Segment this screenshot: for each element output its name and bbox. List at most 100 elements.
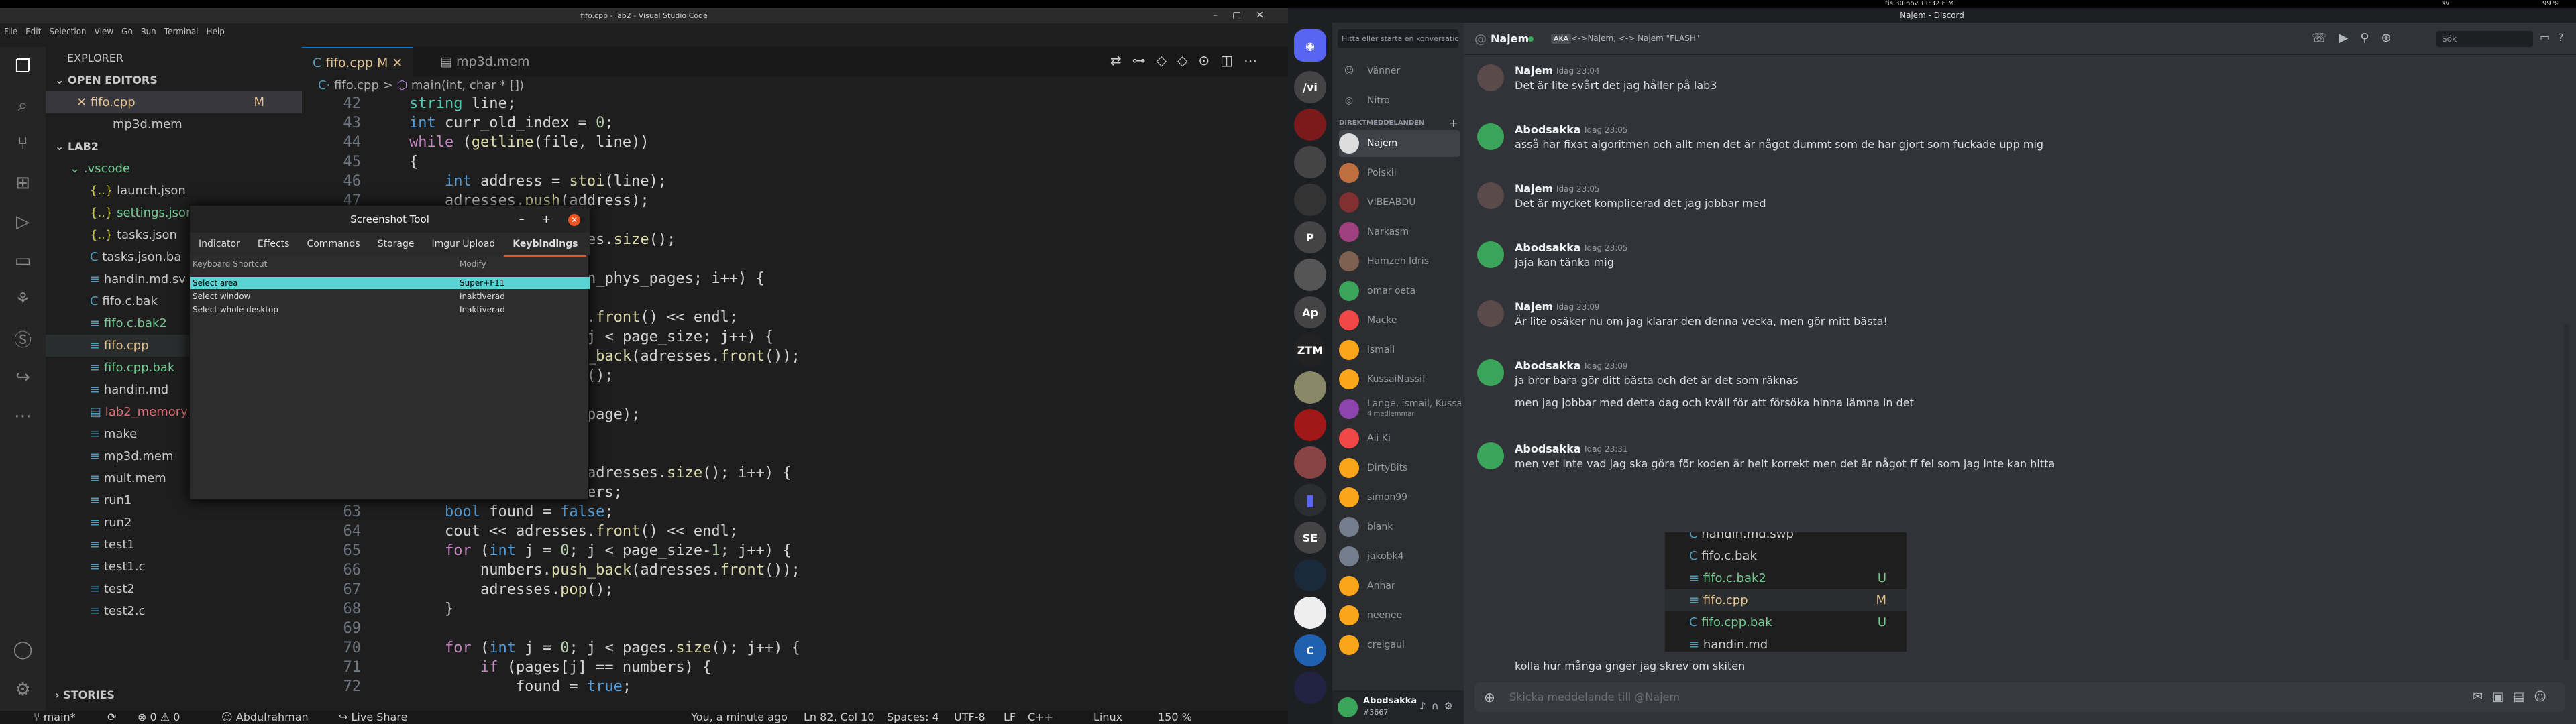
- gift-gif-sticker-emoji-icons[interactable]: ✉▣▤☺: [2473, 682, 2556, 712]
- indentation[interactable]: Spaces: 4: [887, 711, 939, 723]
- keybinding-row[interactable]: Select area Super+F11: [190, 277, 590, 289]
- chat-scrollbar[interactable]: [2564, 324, 2569, 660]
- server-icon[interactable]: [1294, 259, 1326, 291]
- file-launch-json[interactable]: {..} launch.json: [46, 180, 302, 202]
- dm-item[interactable]: simon99: [1339, 484, 1460, 511]
- code-line[interactable]: numbers.push_back(adresses.front());: [409, 562, 800, 579]
- search-icon[interactable]: ⌕: [0, 86, 46, 125]
- server-icon[interactable]: Ap: [1294, 296, 1326, 328]
- server-icon[interactable]: SE: [1294, 522, 1326, 554]
- dm-item[interactable]: omar oeta: [1339, 278, 1460, 304]
- server-icon[interactable]: [1294, 409, 1326, 441]
- mic-headset-settings-icons[interactable]: ♪∩⚙: [1419, 700, 1458, 712]
- breadcrumb-function[interactable]: main(int, char * []): [411, 78, 524, 93]
- line-ending[interactable]: LF: [1004, 711, 1016, 723]
- dm-item[interactable]: Narkasm: [1339, 219, 1460, 245]
- open-editor-fifo-cpp[interactable]: ✕ fifo.cpp M: [46, 91, 302, 113]
- stories-header[interactable]: › STORIES: [46, 684, 115, 706]
- remote-explorer-icon[interactable]: ▭: [0, 241, 46, 280]
- avatar[interactable]: [1477, 300, 1504, 327]
- dm-item[interactable]: Najem: [1339, 130, 1460, 157]
- server-icon[interactable]: [1294, 559, 1326, 591]
- discord-home-icon[interactable]: ◉: [1294, 29, 1326, 62]
- lab2-folder-header[interactable]: ⌄ LAB2: [46, 135, 302, 158]
- vscode-folder[interactable]: ⌄ .vscode: [46, 158, 302, 180]
- dialog-window-controls[interactable]: –+ ✕: [519, 206, 580, 233]
- server-icon[interactable]: [1294, 597, 1326, 629]
- run-debug-icon[interactable]: ▷: [0, 202, 46, 241]
- code-line[interactable]: cout << adresses.front() << endl;: [409, 523, 738, 540]
- git-blame[interactable]: You, a minute ago: [691, 711, 788, 723]
- header-action-icons[interactable]: ☏▶⚲⊕: [2312, 31, 2404, 45]
- more-icon[interactable]: ⋯: [0, 397, 46, 436]
- server-icon[interactable]: [1294, 109, 1326, 141]
- message-author[interactable]: Abodsakka: [1515, 359, 1581, 372]
- friends-link[interactable]: ☺ Vänner: [1339, 58, 1460, 84]
- code-line[interactable]: int curr_old_index = 0;: [409, 115, 614, 131]
- inbox-help-icons[interactable]: ▭?: [2540, 31, 2572, 44]
- code-line[interactable]: for (int j = 0; j < pages.size(); j++) {: [409, 640, 800, 656]
- avatar[interactable]: [1477, 442, 1504, 469]
- file-item[interactable]: ≡ run2: [46, 511, 302, 534]
- menu-file[interactable]: File: [0, 23, 21, 40]
- avatar[interactable]: [1338, 697, 1358, 717]
- code-line[interactable]: }: [409, 601, 453, 617]
- server-icon[interactable]: C: [1294, 634, 1326, 666]
- message-author[interactable]: Najem: [1515, 182, 1553, 195]
- menu-run[interactable]: Run: [137, 23, 160, 40]
- tab-mp3d-mem[interactable]: ▤ mp3d.mem: [429, 47, 540, 76]
- tab-commands[interactable]: Commands: [298, 233, 368, 255]
- dm-item[interactable]: creigaul: [1339, 631, 1460, 658]
- cursor-position[interactable]: Ln 82, Col 10: [804, 711, 875, 723]
- source-control-icon[interactable]: ⑂: [0, 125, 46, 164]
- tab-storage[interactable]: Storage: [369, 233, 423, 255]
- avatar[interactable]: [1477, 359, 1504, 386]
- dm-item[interactable]: Anhar: [1339, 572, 1460, 599]
- encoding[interactable]: UTF-8: [954, 711, 985, 723]
- code-line[interactable]: if (pages[j] == numbers) {: [409, 659, 711, 676]
- chat-search-input[interactable]: Sök: [2436, 31, 2533, 47]
- code-line[interactable]: adresses.pop();: [409, 581, 614, 598]
- dm-item[interactable]: Macke: [1339, 307, 1460, 334]
- message-author[interactable]: Abodsakka: [1515, 123, 1581, 136]
- open-editor-mp3d[interactable]: mp3d.mem: [46, 113, 302, 135]
- menu-go[interactable]: Go: [117, 23, 137, 40]
- tab-effects[interactable]: Effects: [249, 233, 299, 255]
- dm-item[interactable]: Ali Ki: [1339, 425, 1460, 452]
- problems-indicator[interactable]: ⊗ 0 ⚠ 0: [138, 711, 180, 723]
- avatar[interactable]: [1477, 241, 1504, 268]
- system-clock[interactable]: tis 30 nov 11:32 E.M.: [1885, 0, 1956, 8]
- tree-icon[interactable]: ⚘: [0, 280, 46, 319]
- dm-item[interactable]: DirtyBits: [1339, 455, 1460, 481]
- tab-keybindings[interactable]: Keybindings: [504, 233, 587, 257]
- file-item[interactable]: ≡ test2.c: [46, 600, 302, 622]
- server-icon[interactable]: /vi: [1294, 71, 1326, 103]
- dm-item[interactable]: KussaiNassif: [1339, 366, 1460, 393]
- dm-item[interactable]: neenee: [1339, 602, 1460, 629]
- dm-item[interactable]: Lange, ismail, Kussai...4 medlemmar: [1339, 396, 1461, 422]
- add-dm-icon[interactable]: +: [1449, 117, 1458, 129]
- code-line[interactable]: found = true;: [409, 678, 631, 695]
- nitro-link[interactable]: ◎ Nitro: [1339, 87, 1460, 114]
- code-line[interactable]: for (int j = 0; j < page_size-1; j++) {: [409, 542, 792, 559]
- os-indicator[interactable]: Linux: [1093, 711, 1122, 723]
- files-icon[interactable]: ❐: [0, 47, 46, 86]
- server-icon[interactable]: [1294, 446, 1326, 479]
- battery-indicator[interactable]: 99 %: [2542, 0, 2559, 8]
- message-author[interactable]: Najem: [1515, 300, 1553, 313]
- code-line[interactable]: string line;: [409, 95, 516, 112]
- settings-gear-icon[interactable]: ⚙: [0, 670, 46, 709]
- menu-view[interactable]: View: [91, 23, 117, 40]
- account-status[interactable]: ☺ Abdulrahman: [221, 711, 309, 723]
- tab-fifo-cpp[interactable]: C fifo.cpp M ✕: [302, 47, 414, 76]
- code-line[interactable]: bool found = false;: [409, 503, 614, 520]
- open-editors-header[interactable]: ⌄ OPEN EDITORS: [46, 69, 302, 91]
- close-icon[interactable]: ✕: [392, 56, 402, 70]
- menu-selection[interactable]: Selection: [45, 23, 90, 40]
- live-share-icon[interactable]: Ⓢ: [0, 319, 46, 358]
- share-icon[interactable]: ↪: [0, 358, 46, 397]
- avatar[interactable]: [1477, 64, 1504, 91]
- attach-plus-icon[interactable]: ⊕: [1484, 682, 1495, 712]
- message-image-attachment[interactable]: C handin.md.swp C fifo.c.bak ≡ fifo.c.bak2…: [1665, 532, 1907, 652]
- git-branch[interactable]: ⑂ main*: [34, 711, 76, 723]
